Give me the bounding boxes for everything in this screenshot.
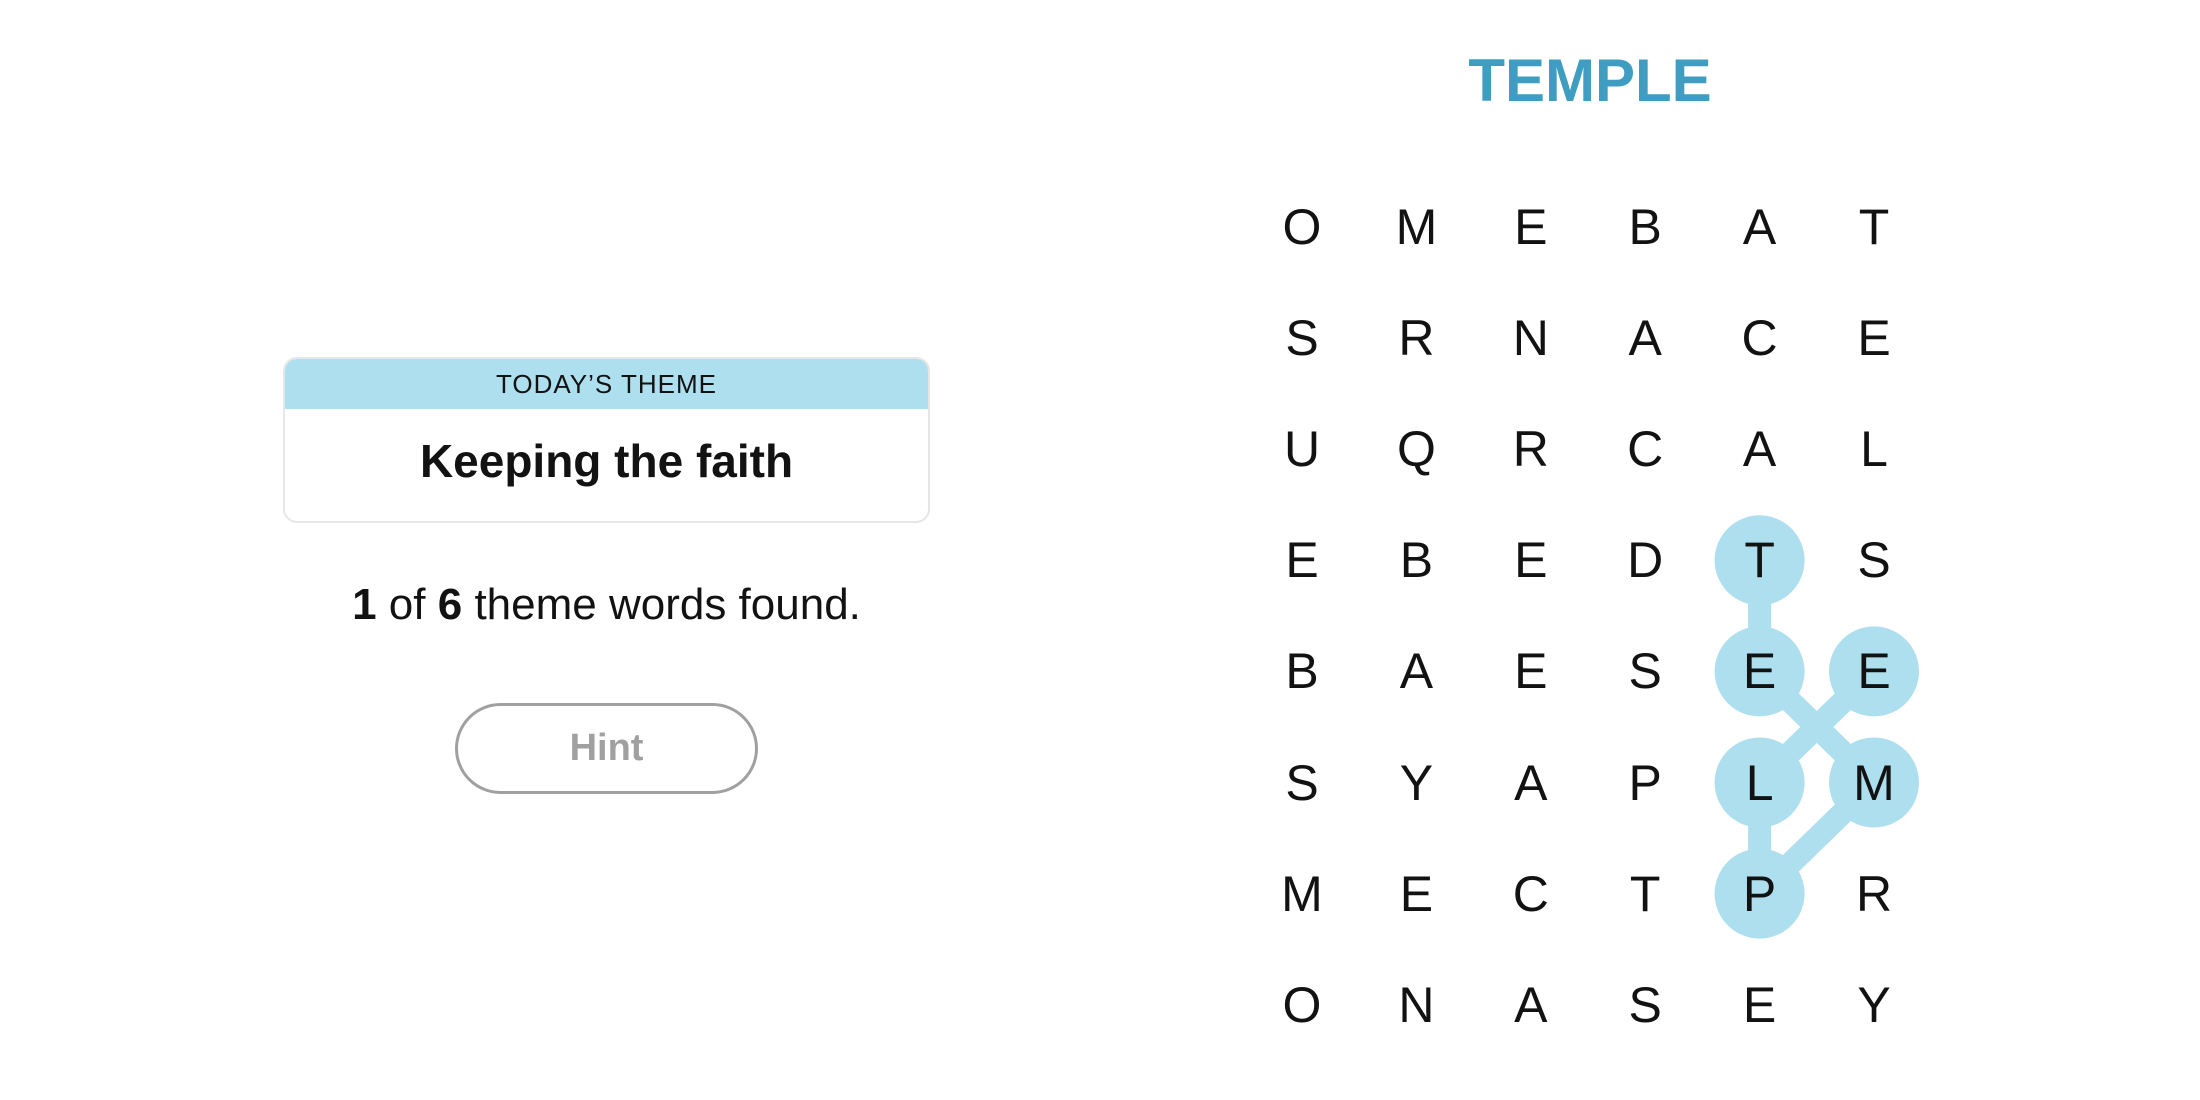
grid-letter-r6-c2[interactable]: C bbox=[1481, 844, 1581, 944]
current-word-display: TEMPLE bbox=[1468, 47, 1712, 114]
grid-letter-r6-c1[interactable]: E bbox=[1366, 844, 1466, 944]
grid-letter-r2-c3[interactable]: C bbox=[1595, 399, 1695, 499]
grid-letter-r7-c5[interactable]: Y bbox=[1824, 955, 1924, 1055]
grid-letter-r0-c1[interactable]: M bbox=[1366, 177, 1466, 277]
grid-letter-r0-c0[interactable]: O bbox=[1252, 177, 1352, 277]
grid-letter-r5-c0[interactable]: S bbox=[1252, 733, 1352, 833]
grid-letter-r1-c4[interactable]: C bbox=[1710, 288, 1810, 388]
grid-letter-r3-c0[interactable]: E bbox=[1252, 510, 1352, 610]
grid-letter-r4-c0[interactable]: B bbox=[1252, 621, 1352, 721]
status-of-text: of bbox=[376, 580, 438, 629]
grid-letter-r6-c3[interactable]: T bbox=[1595, 844, 1695, 944]
grid-letter-r5-c1[interactable]: Y bbox=[1366, 733, 1466, 833]
grid-letter-r3-c5[interactable]: S bbox=[1824, 510, 1924, 610]
grid-letter-r0-c5[interactable]: T bbox=[1824, 177, 1924, 277]
grid-letter-r3-c1[interactable]: B bbox=[1366, 510, 1466, 610]
theme-card-header: Today’s Theme bbox=[285, 359, 928, 409]
grid-letter-r6-c0[interactable]: M bbox=[1252, 844, 1352, 944]
grid-letter-r6-c4[interactable]: P bbox=[1710, 844, 1810, 944]
theme-title: Keeping the faith bbox=[419, 435, 794, 487]
grid-letter-r7-c0[interactable]: O bbox=[1252, 955, 1352, 1055]
grid-letter-r5-c5[interactable]: M bbox=[1824, 733, 1924, 833]
grid-letter-r1-c0[interactable]: S bbox=[1252, 288, 1352, 388]
grid-letter-r4-c1[interactable]: A bbox=[1366, 621, 1466, 721]
status-suffix: theme words found. bbox=[462, 580, 861, 629]
total-count: 6 bbox=[437, 580, 463, 629]
found-count: 1 bbox=[352, 580, 377, 629]
grid-letter-r7-c3[interactable]: S bbox=[1595, 955, 1695, 1055]
grid-letter-r4-c4[interactable]: E bbox=[1710, 621, 1810, 721]
grid-letter-r2-c5[interactable]: L bbox=[1824, 399, 1924, 499]
grid-letter-r2-c0[interactable]: U bbox=[1252, 399, 1352, 499]
grid-letter-r7-c1[interactable]: N bbox=[1366, 955, 1466, 1055]
grid-letter-r5-c4[interactable]: L bbox=[1710, 733, 1810, 833]
grid-letter-r3-c3[interactable]: D bbox=[1595, 510, 1695, 610]
grid-letter-r4-c2[interactable]: E bbox=[1481, 621, 1581, 721]
grid-letter-r0-c4[interactable]: A bbox=[1710, 177, 1810, 277]
grid-letter-r7-c2[interactable]: A bbox=[1481, 955, 1581, 1055]
found-words-status: 1 of 6 theme words found. bbox=[283, 580, 930, 630]
hint-button[interactable]: Hint bbox=[455, 703, 758, 794]
grid-letter-r0-c2[interactable]: E bbox=[1481, 177, 1581, 277]
grid-letter-r5-c2[interactable]: A bbox=[1481, 733, 1581, 833]
grid-letter-r1-c2[interactable]: N bbox=[1481, 288, 1581, 388]
theme-card: Today’s Theme Keeping the faith bbox=[283, 357, 930, 523]
grid-letter-r0-c3[interactable]: B bbox=[1595, 177, 1695, 277]
grid-letter-r2-c2[interactable]: R bbox=[1481, 399, 1581, 499]
grid-letter-r3-c2[interactable]: E bbox=[1481, 510, 1581, 610]
grid-letter-r2-c4[interactable]: A bbox=[1710, 399, 1810, 499]
grid-letter-r3-c4[interactable]: T bbox=[1710, 510, 1810, 610]
grid-letter-r1-c5[interactable]: E bbox=[1824, 288, 1924, 388]
grid-letter-r6-c5[interactable]: R bbox=[1824, 844, 1924, 944]
grid-letter-r7-c4[interactable]: E bbox=[1710, 955, 1810, 1055]
grid-letter-r5-c3[interactable]: P bbox=[1595, 733, 1695, 833]
grid-letter-r4-c3[interactable]: S bbox=[1595, 621, 1695, 721]
grid-letter-r1-c1[interactable]: R bbox=[1366, 288, 1466, 388]
grid-letter-r2-c1[interactable]: Q bbox=[1366, 399, 1466, 499]
grid-letter-r1-c3[interactable]: A bbox=[1595, 288, 1695, 388]
grid-letter-r4-c5[interactable]: E bbox=[1824, 621, 1924, 721]
letter-grid: OMEBATSRNACEUQRCALEBEDTSBAESEESYAPLMMECT… bbox=[0, 0, 2200, 1100]
